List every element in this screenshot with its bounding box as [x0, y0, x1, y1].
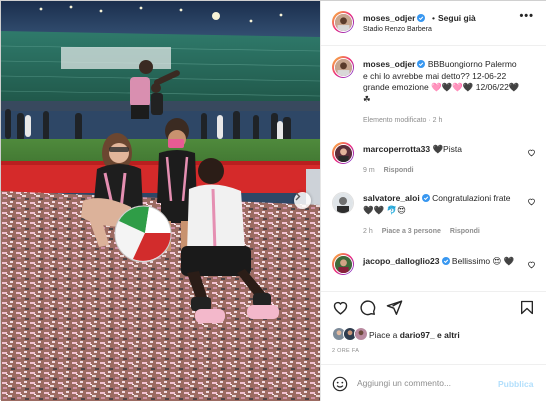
- verified-badge-icon: [417, 14, 426, 22]
- comment-likes-count[interactable]: Piace a 3 persone: [382, 228, 441, 235]
- comment-time[interactable]: 9 m: [363, 167, 375, 174]
- stadium-celebration-image: [1, 1, 320, 401]
- comment: salvatore_aloi Congratulazioni frate 🖤🖤 …: [363, 193, 523, 216]
- comment-username[interactable]: salvatore_aloi: [363, 193, 420, 203]
- comment: jacopo_dalloglio23 Bellissimo 😍 🖤: [363, 256, 523, 268]
- commenter-avatar-image: [333, 254, 353, 274]
- comment-like-heart-icon[interactable]: [527, 197, 536, 206]
- post-photo[interactable]: [1, 1, 320, 401]
- likes-user[interactable]: dario97_: [400, 330, 435, 340]
- comment-meta: 2 h Piace a 3 persone Rispondi: [363, 228, 480, 235]
- publish-button[interactable]: Pubblica: [498, 379, 533, 389]
- comment-username[interactable]: marcoperrotta33: [363, 144, 430, 154]
- comment-like-heart-icon[interactable]: [527, 148, 536, 157]
- next-photo-button[interactable]: [294, 192, 311, 209]
- location-link[interactable]: Stadio Renzo Barbera: [363, 26, 432, 33]
- reply-button[interactable]: Rispondi: [450, 228, 480, 235]
- header-separator: •: [432, 13, 435, 23]
- commenter-avatar-image: [333, 143, 353, 163]
- comment-meta: 9 m Rispondi: [363, 167, 414, 174]
- liker-avatar[interactable]: [354, 327, 368, 341]
- comment-text: 🖤Pista: [432, 144, 462, 154]
- paper-plane-icon[interactable]: [386, 299, 403, 316]
- post-header: moses_odjer • Segui già Stadio Renzo Bar…: [321, 1, 546, 46]
- reply-button[interactable]: Rispondi: [384, 167, 414, 174]
- commenter-avatar[interactable]: [332, 192, 354, 214]
- likes-summary[interactable]: Piace a dario97_ e altri: [369, 330, 460, 340]
- add-comment-input[interactable]: [357, 378, 497, 388]
- comment-like-heart-icon[interactable]: [527, 260, 536, 269]
- author-avatar-image: [333, 12, 353, 32]
- instagram-post-dialog: moses_odjer • Segui già Stadio Renzo Bar…: [0, 0, 546, 401]
- author-username-text[interactable]: moses_odjer: [363, 13, 415, 23]
- more-options-button[interactable]: •••: [519, 10, 534, 22]
- caption: moses_odjer BBBuongiorno Palermo e chi l…: [363, 59, 523, 105]
- author-username[interactable]: moses_odjer: [363, 13, 426, 23]
- comment-time[interactable]: 2 h: [363, 228, 373, 235]
- add-comment-bar: Pubblica: [321, 364, 546, 402]
- caption-author-avatar-image: [333, 57, 353, 77]
- verified-badge-icon: [441, 257, 450, 265]
- chevron-right-icon: [295, 192, 301, 201]
- comments-list[interactable]: moses_odjer BBBuongiorno Palermo e chi l…: [321, 47, 546, 291]
- caption-username[interactable]: moses_odjer: [363, 59, 415, 69]
- likes-suffix[interactable]: e altri: [435, 330, 460, 340]
- following-button[interactable]: Segui già: [438, 13, 476, 23]
- comment-username[interactable]: jacopo_dalloglio23: [363, 256, 440, 266]
- verified-badge-icon: [421, 194, 430, 202]
- bookmark-icon[interactable]: [519, 299, 535, 316]
- post-date[interactable]: 2 ORE FA: [332, 348, 359, 354]
- commenter-avatar-image: [333, 193, 353, 213]
- likes-prefix: Piace a: [369, 330, 400, 340]
- caption-author-avatar[interactable]: [332, 56, 354, 78]
- emoji-icon[interactable]: [332, 376, 348, 392]
- heart-outline-icon[interactable]: [332, 299, 349, 316]
- author-avatar[interactable]: [332, 11, 354, 33]
- caption-edited-meta: Elemento modificato · 2 h: [363, 117, 443, 124]
- verified-badge-icon: [417, 60, 426, 68]
- comment: marcoperrotta33 🖤Pista: [363, 144, 523, 156]
- post-actions-footer: Piace a dario97_ e altri 2 ORE FA Pubbli…: [321, 291, 546, 401]
- commenter-avatar[interactable]: [332, 142, 354, 164]
- comment-bubble-icon[interactable]: [359, 299, 376, 316]
- commenter-avatar[interactable]: [332, 253, 354, 275]
- comment-text: Bellissimo 😍 🖤: [451, 256, 515, 266]
- post-side-panel: moses_odjer • Segui già Stadio Renzo Bar…: [320, 1, 546, 401]
